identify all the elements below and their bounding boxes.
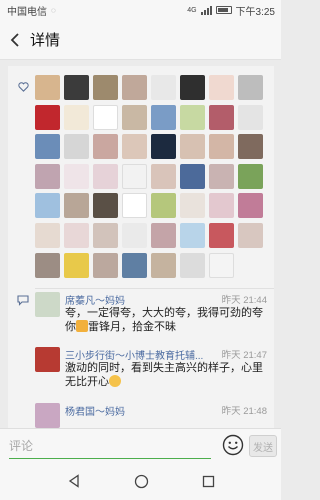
commenter-avatar[interactable] xyxy=(35,347,60,372)
comment-time: 昨天 21:47 xyxy=(221,350,267,361)
liker-avatar[interactable] xyxy=(64,193,89,219)
detail-panel: 席蓁凡～妈妈 昨天 21:44 夸，一定得夸，大大的夸，我得可劲的夸你 雷锋月，拾… xyxy=(8,66,274,428)
divider xyxy=(35,288,274,289)
circle-home-icon[interactable] xyxy=(134,474,149,489)
liker-avatar[interactable] xyxy=(238,163,263,189)
status-bar: 中国电信 ◌ 4G 下午3:25 xyxy=(0,0,281,20)
liker-avatar[interactable] xyxy=(151,252,176,278)
liker-avatar[interactable] xyxy=(64,104,89,130)
liker-avatar[interactable] xyxy=(122,193,147,219)
liker-avatar[interactable] xyxy=(35,75,60,100)
liker-avatar[interactable] xyxy=(209,222,234,248)
comment-text: 夸，一定得夸，大大的夸，我得可劲的夸你 雷锋月，拾金不昧 xyxy=(65,306,265,334)
send-button[interactable]: 发送 xyxy=(249,435,277,457)
triangle-back-icon[interactable] xyxy=(67,474,81,488)
liker-avatar[interactable] xyxy=(35,104,60,130)
smile-emoji-icon xyxy=(109,375,121,387)
liker-avatar[interactable] xyxy=(64,134,89,160)
comment-text-tail: 雷锋月，拾金不昧 xyxy=(88,321,176,333)
comment-icon xyxy=(17,295,29,306)
liker-avatar[interactable] xyxy=(122,75,147,100)
liker-avatar[interactable] xyxy=(238,104,263,130)
liker-avatar[interactable] xyxy=(209,252,234,278)
liker-avatar[interactable] xyxy=(122,222,147,248)
commenter-name[interactable]: 杨君国～妈妈 xyxy=(65,403,205,418)
top-nav-bar: 详情 xyxy=(0,20,281,60)
liker-avatar[interactable] xyxy=(122,163,147,189)
liker-avatar[interactable] xyxy=(180,75,205,100)
likes-section xyxy=(8,66,274,288)
liker-avatar[interactable] xyxy=(151,193,176,219)
liker-avatar[interactable] xyxy=(64,252,89,278)
commenter-avatar[interactable] xyxy=(35,292,60,317)
system-navigation-bar xyxy=(0,462,281,500)
clock-label: 下午3:25 xyxy=(235,6,275,18)
liker-avatar[interactable] xyxy=(151,163,176,189)
liker-avatar[interactable] xyxy=(93,75,118,100)
liker-avatar[interactable] xyxy=(151,134,176,160)
comment-time: 昨天 21:44 xyxy=(221,295,267,306)
carrier-label: 中国电信 xyxy=(7,6,47,18)
liker-avatar[interactable] xyxy=(209,104,234,130)
liker-avatar[interactable] xyxy=(209,75,234,100)
liker-avatar[interactable] xyxy=(93,163,118,189)
liker-avatar[interactable] xyxy=(122,134,147,160)
liker-avatar[interactable] xyxy=(209,193,234,219)
liker-avatar[interactable] xyxy=(238,75,263,100)
liker-avatar[interactable] xyxy=(151,222,176,248)
liker-avatar[interactable] xyxy=(209,163,234,189)
liker-avatar[interactable] xyxy=(35,163,60,189)
liker-avatar[interactable] xyxy=(180,134,205,160)
back-button[interactable] xyxy=(0,20,30,60)
liker-avatar[interactable] xyxy=(180,252,205,278)
liker-avatar[interactable] xyxy=(93,104,118,130)
liker-avatar[interactable] xyxy=(93,134,118,160)
liker-avatar[interactable] xyxy=(151,104,176,130)
smiley-icon[interactable] xyxy=(222,434,244,456)
liker-avatar[interactable] xyxy=(180,163,205,189)
liker-avatar[interactable] xyxy=(238,222,263,248)
liker-avatar[interactable] xyxy=(93,252,118,278)
comment-time: 昨天 21:48 xyxy=(221,406,267,417)
network-label: 4G xyxy=(187,6,197,14)
liker-avatar[interactable] xyxy=(238,193,263,219)
comment-input[interactable] xyxy=(9,433,211,459)
liker-avatar[interactable] xyxy=(122,104,147,130)
liker-avatar[interactable] xyxy=(209,134,234,160)
signal-icon xyxy=(200,5,212,15)
chevron-left-icon xyxy=(10,32,19,47)
liker-avatar[interactable] xyxy=(180,222,205,248)
battery-icon xyxy=(215,6,232,14)
liker-avatar[interactable] xyxy=(64,163,89,189)
liker-avatar[interactable] xyxy=(35,222,60,248)
liker-avatar[interactable] xyxy=(180,104,205,130)
liker-avatar[interactable] xyxy=(64,222,89,248)
liker-avatar[interactable] xyxy=(93,222,118,248)
thumbs-up-emoji-icon xyxy=(76,320,88,332)
liker-avatar[interactable] xyxy=(151,75,176,100)
comment-item[interactable]: 杨君国～妈妈 昨天 21:48 xyxy=(35,403,271,428)
liker-avatar[interactable] xyxy=(64,75,89,100)
comment-input-bar: 发送 xyxy=(0,428,281,462)
square-recents-icon[interactable] xyxy=(202,475,215,488)
liker-avatar[interactable] xyxy=(35,252,60,278)
commenter-name[interactable]: 席蓁凡～妈妈 xyxy=(65,292,205,307)
sim-icon: ◌ xyxy=(51,5,56,15)
liker-avatar[interactable] xyxy=(238,134,263,160)
commenter-name[interactable]: 三小步行街～小博士教育托辅... xyxy=(65,347,205,362)
comment-item[interactable]: 三小步行街～小博士教育托辅... 昨天 21:47 激动的同时，看到失主高兴的样… xyxy=(35,347,271,397)
commenter-avatar[interactable] xyxy=(35,403,60,428)
liker-avatar[interactable] xyxy=(35,134,60,160)
comment-text-main: 激动的同时，看到失主高兴的样子，心里无比开心 xyxy=(65,362,263,388)
liker-avatar[interactable] xyxy=(180,193,205,219)
liker-avatar[interactable] xyxy=(122,252,147,278)
comment-text: 激动的同时，看到失主高兴的样子，心里无比开心 xyxy=(65,361,265,389)
comment-item[interactable]: 席蓁凡～妈妈 昨天 21:44 夸，一定得夸，大大的夸，我得可劲的夸你 雷锋月，拾… xyxy=(35,292,271,342)
liker-avatar[interactable] xyxy=(35,193,60,219)
page-title: 详情 xyxy=(30,32,61,49)
liker-avatar[interactable] xyxy=(93,193,118,219)
heart-icon xyxy=(18,82,29,92)
likers-avatar-grid xyxy=(35,75,271,278)
